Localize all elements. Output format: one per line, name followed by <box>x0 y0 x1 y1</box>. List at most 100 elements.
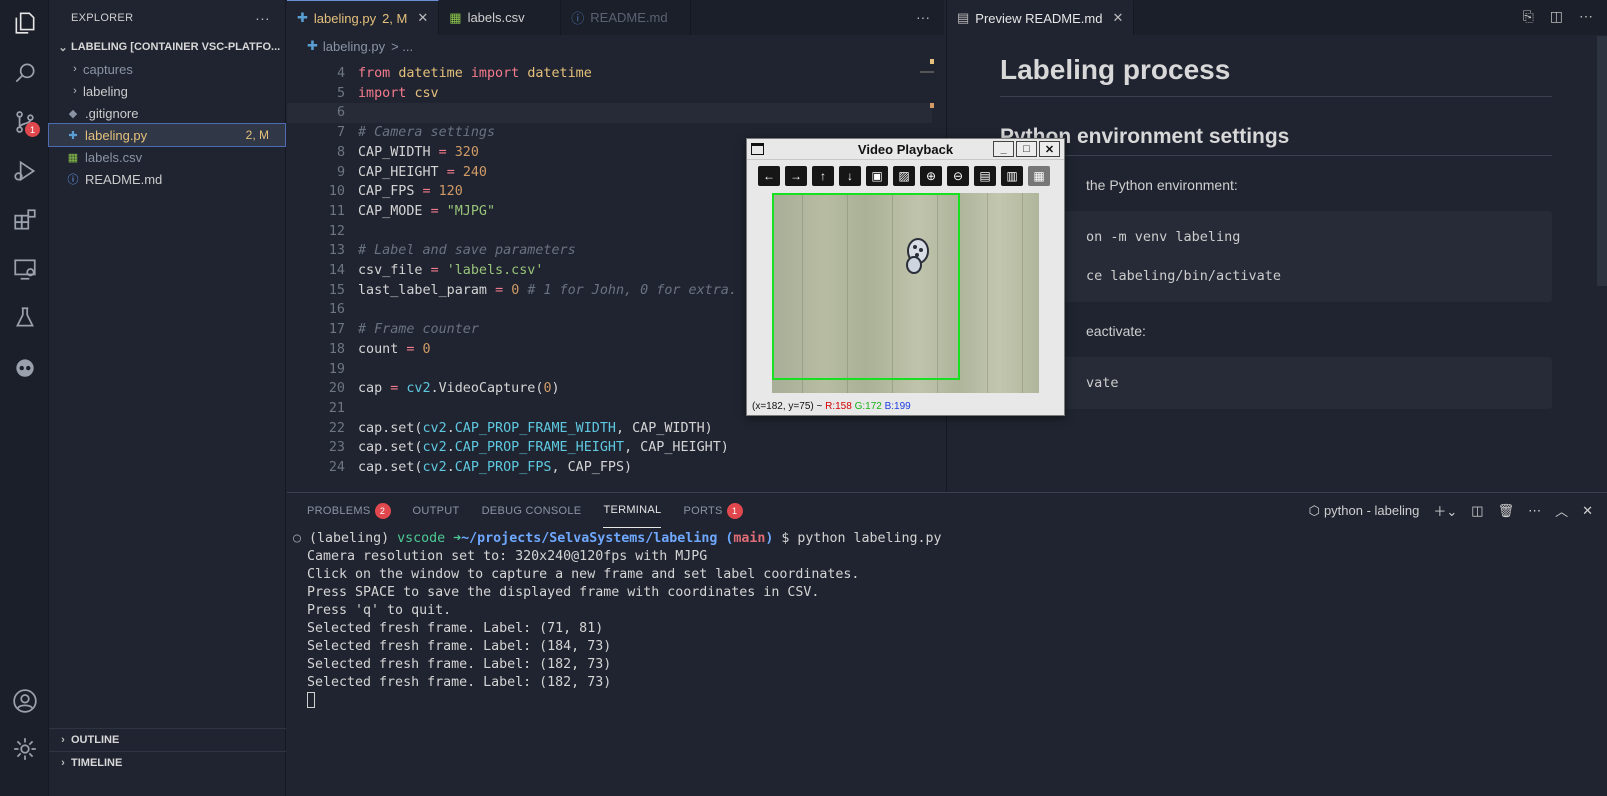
extensions-icon[interactable] <box>10 205 40 235</box>
terminal-selector[interactable]: ⬡ python - labeling <box>1309 503 1420 519</box>
video-window-titlebar[interactable]: Video Playback _ □ ✕ <box>747 139 1064 160</box>
arrow-up-icon[interactable]: ↑ <box>812 166 834 186</box>
code-token: 0 <box>543 381 552 397</box>
python-file-icon: ✚ <box>68 129 78 142</box>
clipboard-icon[interactable]: ▥ <box>1001 166 1023 186</box>
code-line[interactable]: 23 cap.set(cv2.CAP_PROP_FRAME_HEIGHT, CAP… <box>287 438 932 458</box>
csv-file-icon: ▦ <box>449 9 462 25</box>
testing-icon[interactable] <box>10 303 40 333</box>
tree-file-gitignore[interactable]: ◆ .gitignore <box>49 102 285 124</box>
code-line[interactable]: 5 import csv <box>287 84 932 104</box>
code-token: 120 <box>438 184 463 200</box>
minimize-button[interactable]: _ <box>993 141 1014 157</box>
account-icon[interactable] <box>10 686 40 716</box>
code-line[interactable]: 24 cap.set(cv2.CAP_PROP_FPS, CAP_FPS) <box>287 458 932 478</box>
terminal-cursor-line <box>307 692 315 710</box>
robot-icon[interactable] <box>10 352 40 382</box>
code-token: cap.set( <box>358 420 423 436</box>
arrow-down-icon[interactable]: ↓ <box>839 166 861 186</box>
preview-scrollbar[interactable] <box>1597 36 1607 286</box>
code-line[interactable]: 6 <box>287 103 932 124</box>
new-terminal-icon[interactable]: ＋⌄ <box>1433 501 1457 520</box>
chevron-right-icon: › <box>61 757 65 769</box>
arrow-right-icon[interactable]: → <box>785 166 807 186</box>
timeline-section[interactable]: › TIMELINE <box>49 751 286 774</box>
preview-paragraph: the Python environment: <box>1086 177 1238 193</box>
info-file-icon: ⓘ <box>67 174 79 186</box>
explorer-more-button[interactable]: ··· <box>255 10 270 26</box>
code-token: 320 <box>454 144 479 160</box>
split-editor-icon[interactable]: ◫ <box>1550 8 1563 25</box>
breadcrumb: ✚ labeling.py > ... <box>287 35 944 57</box>
run-debug-icon[interactable] <box>10 156 40 186</box>
tab-problems[interactable]: PROBLEMS 2 <box>307 493 391 528</box>
tree-file-readme[interactable]: ⓘ README.md <box>49 168 285 190</box>
outline-section[interactable]: › OUTLINE <box>49 728 286 751</box>
code-line[interactable]: 22 cap.set(cv2.CAP_PROP_FRAME_WIDTH, CAP_… <box>287 419 932 439</box>
tab-preview-readme[interactable]: ▤ Preview README.md ✕ <box>947 0 1135 35</box>
explorer-icon[interactable] <box>10 8 40 38</box>
code-line[interactable]: 4 from datetime import datetime <box>287 64 932 84</box>
line-source: CAP_MODE = "MJPG" <box>358 202 495 222</box>
minimap-line <box>920 71 934 73</box>
split-terminal-icon[interactable]: ◫ <box>1471 503 1483 519</box>
tab-readme[interactable]: ⓘ README.md <box>561 0 692 35</box>
workspace-root-section[interactable]: ⌄ LABELING [CONTAINER VSC-PLATFO... <box>49 36 285 58</box>
tab-labels-csv[interactable]: ▦ labels.csv <box>439 0 562 35</box>
editor-more-button[interactable]: ··· <box>916 9 930 25</box>
line-source: cap.set(cv2.CAP_PROP_FRAME_WIDTH, CAP_WI… <box>358 419 713 439</box>
line-source: csv_file = 'labels.csv' <box>358 261 543 281</box>
breadcrumb-file[interactable]: labeling.py <box>323 39 385 54</box>
chevron-right-icon: › <box>73 85 77 97</box>
search-icon[interactable] <box>10 58 40 88</box>
close-icon[interactable]: ✕ <box>417 10 428 26</box>
prompt-status-icon: ○ <box>293 531 302 546</box>
window-icon <box>751 143 764 155</box>
line-source: import csv <box>358 84 439 104</box>
settings-gear-icon[interactable] <box>10 734 40 764</box>
more-actions-icon[interactable]: ⋯ <box>1579 8 1593 25</box>
terminal[interactable]: ○ (labeling) vscode ➜~/projects/SelvaSys… <box>287 530 1607 796</box>
close-button[interactable]: ✕ <box>1039 141 1060 157</box>
video-window-title: Video Playback <box>857 141 954 157</box>
image-settings-icon[interactable]: ▨ <box>893 166 915 186</box>
tree-file-labeling-py[interactable]: ✚ labeling.py 2, M <box>48 123 286 147</box>
code-line: on -m venv labeling <box>1086 229 1241 245</box>
code-token: . <box>446 420 455 436</box>
explorer-title: EXPLORER <box>71 12 134 24</box>
zoom-in-icon[interactable]: ⊕ <box>920 166 942 186</box>
tree-folder-captures[interactable]: › captures <box>49 58 285 80</box>
maximize-button[interactable]: □ <box>1016 141 1037 157</box>
video-frame[interactable] <box>772 193 1039 393</box>
tab-terminal[interactable]: TERMINAL <box>603 493 662 528</box>
properties-icon[interactable]: ▦ <box>1028 166 1050 186</box>
open-source-icon[interactable]: ⎘ <box>1523 8 1534 25</box>
code-token: . <box>446 460 455 475</box>
line-number: 7 <box>336 125 345 141</box>
tab-output[interactable]: OUTPUT <box>413 493 460 528</box>
tree-file-labels-csv[interactable]: ▦ labels.csv <box>49 146 285 168</box>
tab-debug-console[interactable]: DEBUG CONSOLE <box>482 493 582 528</box>
zoom-out-icon[interactable]: ⊖ <box>947 166 969 186</box>
line-source: # Frame counter <box>358 320 479 340</box>
line-source: cap = cv2.VideoCapture(0) <box>358 379 560 399</box>
close-icon[interactable]: ✕ <box>1582 503 1593 519</box>
line-number: 14 <box>328 263 345 278</box>
code-token: "MJPG" <box>446 203 496 219</box>
tree-folder-labeling[interactable]: › labeling <box>49 80 285 102</box>
close-icon[interactable]: ✕ <box>1112 10 1123 26</box>
video-playback-window[interactable]: Video Playback _ □ ✕ ← → ↑ ↓ ▣ ▨ ⊕ ⊖ ▤ ▥… <box>746 138 1065 416</box>
remote-explorer-icon[interactable] <box>10 254 40 284</box>
arrow-left-icon[interactable]: ← <box>758 166 780 186</box>
more-actions-icon[interactable]: ⋯ <box>1528 503 1541 519</box>
source-control-icon[interactable]: 1 <box>10 107 40 137</box>
image-icon[interactable]: ▣ <box>866 166 888 186</box>
tab-ports[interactable]: PORTS 1 <box>683 493 743 528</box>
code-token: 0 <box>511 282 528 298</box>
breadcrumb-rest[interactable]: > ... <box>391 39 413 54</box>
maximize-panel-icon[interactable]: ︿ <box>1555 501 1568 520</box>
trash-icon[interactable]: 🗑 <box>1498 503 1515 519</box>
tab-labeling-py[interactable]: ✚ labeling.py 2, M ✕ <box>287 0 440 35</box>
code-token: . <box>446 440 455 456</box>
save-icon[interactable]: ▤ <box>974 166 996 186</box>
